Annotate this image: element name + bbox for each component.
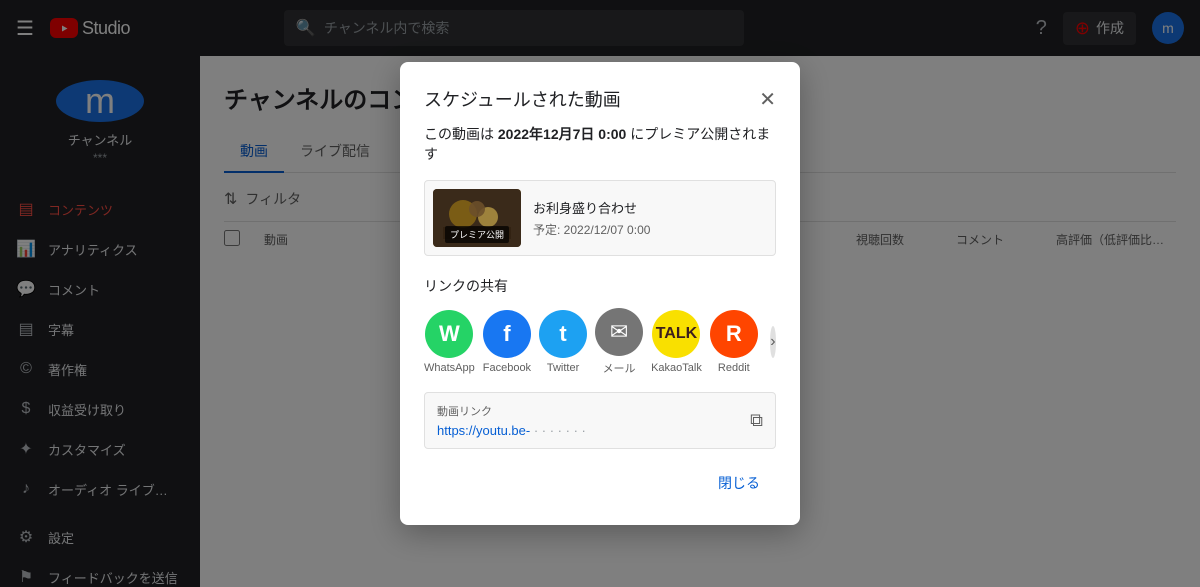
reddit-icon-circle: R xyxy=(710,310,758,358)
twitter-label: Twitter xyxy=(547,362,579,374)
facebook-label: Facebook xyxy=(483,362,531,374)
modal-footer: 閉じる xyxy=(424,465,776,501)
link-obfuscated: · · · · · · · xyxy=(534,423,586,438)
link-info: 動画リンク https://youtu.be- · · · · · · · xyxy=(437,403,586,438)
share-reddit[interactable]: R Reddit xyxy=(710,310,758,374)
video-scheduled-date: 予定: 2022/12/07 0:00 xyxy=(533,221,767,238)
share-whatsapp[interactable]: W WhatsApp xyxy=(424,310,475,374)
twitter-icon: t xyxy=(559,321,566,347)
link-label: 動画リンク xyxy=(437,403,586,419)
modal-description: この動画は 2022年12月7日 0:00 にプレミア公開されます xyxy=(424,124,776,164)
video-thumbnail: プレミア公開 xyxy=(433,189,521,247)
share-mail[interactable]: ✉ メール xyxy=(595,308,643,376)
whatsapp-label: WhatsApp xyxy=(424,362,475,374)
modal: スケジュールされた動画 ✕ この動画は 2022年12月7日 0:00 にプレミ… xyxy=(400,62,800,525)
mail-label: メール xyxy=(603,360,636,376)
twitter-icon-circle: t xyxy=(539,310,587,358)
kakaotalk-icon-circle: TALK xyxy=(652,310,700,358)
link-section: 動画リンク https://youtu.be- · · · · · · · ⧉ xyxy=(424,392,776,449)
reddit-icon: R xyxy=(726,321,742,347)
kakaotalk-label: KakaoTalk xyxy=(651,362,702,374)
modal-close-button[interactable]: ✕ xyxy=(759,87,776,112)
share-more-button[interactable]: › xyxy=(770,326,776,358)
share-icons: W WhatsApp f Facebook t Twitter ✉ xyxy=(424,308,776,376)
whatsapp-icon-circle: W xyxy=(425,310,473,358)
whatsapp-icon: W xyxy=(439,321,460,347)
video-title: お利身盛り合わせ xyxy=(533,198,767,217)
mail-icon-circle: ✉ xyxy=(595,308,643,356)
premiere-badge: プレミア公開 xyxy=(445,226,509,243)
facebook-icon: f xyxy=(503,321,510,347)
modal-header: スケジュールされた動画 ✕ xyxy=(424,86,776,112)
share-facebook[interactable]: f Facebook xyxy=(483,310,531,374)
facebook-icon-circle: f xyxy=(483,310,531,358)
reddit-label: Reddit xyxy=(718,362,750,374)
video-info: お利身盛り合わせ 予定: 2022/12/07 0:00 xyxy=(533,198,767,238)
copy-link-button[interactable]: ⧉ xyxy=(750,410,763,431)
mail-icon: ✉ xyxy=(610,319,628,345)
share-twitter[interactable]: t Twitter xyxy=(539,310,587,374)
modal-close-btn[interactable]: 閉じる xyxy=(702,465,776,501)
share-label: リンクの共有 xyxy=(424,276,776,296)
share-kakaotalk[interactable]: TALK KakaoTalk xyxy=(651,310,702,374)
modal-date: 2022年12月7日 0:00 xyxy=(498,126,626,142)
kakaotalk-icon: TALK xyxy=(656,325,697,343)
modal-overlay[interactable]: スケジュールされた動画 ✕ この動画は 2022年12月7日 0:00 にプレミ… xyxy=(0,0,1200,587)
modal-title: スケジュールされた動画 xyxy=(424,86,621,112)
video-preview-card: プレミア公開 お利身盛り合わせ 予定: 2022/12/07 0:00 xyxy=(424,180,776,256)
link-url: https://youtu.be- · · · · · · · xyxy=(437,423,586,438)
